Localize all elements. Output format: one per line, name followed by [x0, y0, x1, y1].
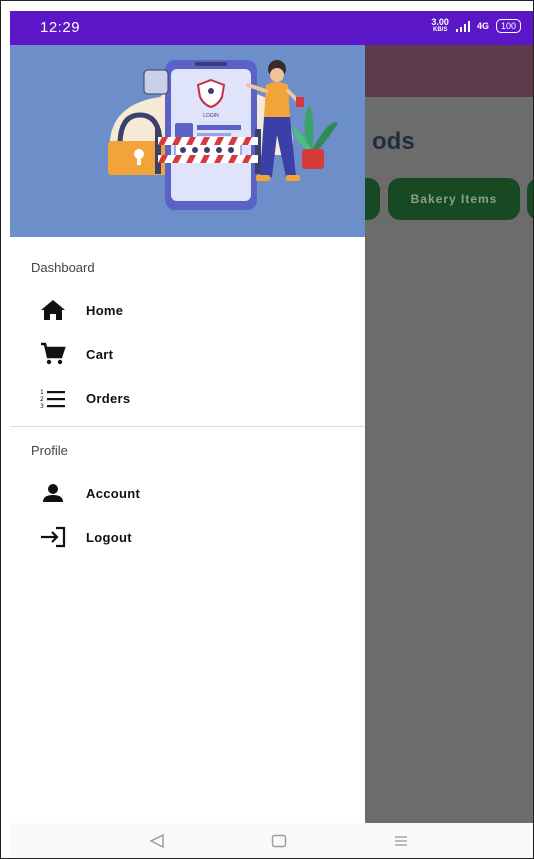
network-type: 4G: [476, 20, 489, 31]
app-page-title: ods: [372, 128, 415, 155]
svg-text:2: 2: [40, 396, 44, 403]
drawer-item-cart[interactable]: Cart: [10, 334, 365, 374]
drawer-item-home[interactable]: Home: [10, 290, 365, 330]
svg-text:3: 3: [40, 403, 44, 409]
device-frame: 12:29 3.00 KB/S 4G 100 ods Bakery Items: [0, 0, 534, 859]
drawer-divider: [10, 426, 365, 427]
drawer-item-orders[interactable]: 123 Orders: [10, 378, 365, 418]
drawer-item-logout[interactable]: Logout: [10, 517, 365, 557]
net-speed: 3.00 KB/S: [431, 17, 449, 34]
status-icons: 3.00 KB/S 4G 100: [431, 18, 521, 33]
section-title-dashboard: Dashboard: [31, 260, 95, 275]
drawer-header: LOGIN: [10, 45, 365, 237]
logout-icon: [38, 522, 68, 552]
net-speed-value: 3.00: [431, 17, 449, 27]
home-icon: [38, 295, 68, 325]
battery-icon: 100: [495, 18, 521, 33]
menu-lines-icon[interactable]: [386, 829, 416, 853]
navigation-drawer: LOGIN Dashboard Home Cart 1 2 3 Orders P…: [10, 45, 365, 823]
list-numbered-icon: 123: [38, 383, 68, 413]
drawer-item-label: Orders: [86, 390, 131, 406]
category-chip-bakery[interactable]: Bakery Items: [388, 178, 520, 220]
status-bar: 12:29 3.00 KB/S 4G 100: [10, 11, 533, 45]
battery-level: 100: [500, 20, 516, 31]
chip-label: Bakery Items: [410, 192, 498, 206]
back-triangle-icon[interactable]: [142, 829, 172, 853]
illustration-login-text: LOGIN: [203, 113, 219, 119]
drawer-item-label: Home: [86, 302, 124, 318]
drawer-item-account[interactable]: Account: [10, 473, 365, 513]
net-speed-unit: KB/S: [433, 27, 448, 33]
drawer-item-label: Cart: [86, 346, 114, 362]
status-time: 12:29: [40, 19, 81, 36]
category-chip[interactable]: [527, 178, 533, 220]
cart-icon: [38, 339, 68, 369]
login-security-illustration: LOGIN: [108, 60, 338, 210]
system-nav-bar: [10, 823, 533, 858]
section-title-profile: Profile: [31, 443, 68, 458]
person-icon: [38, 478, 68, 508]
drawer-item-label: Logout: [86, 529, 132, 545]
svg-text:1: 1: [40, 389, 44, 396]
drawer-item-label: Account: [86, 485, 141, 501]
home-square-icon[interactable]: [264, 829, 294, 853]
signal-icon: [455, 20, 470, 32]
